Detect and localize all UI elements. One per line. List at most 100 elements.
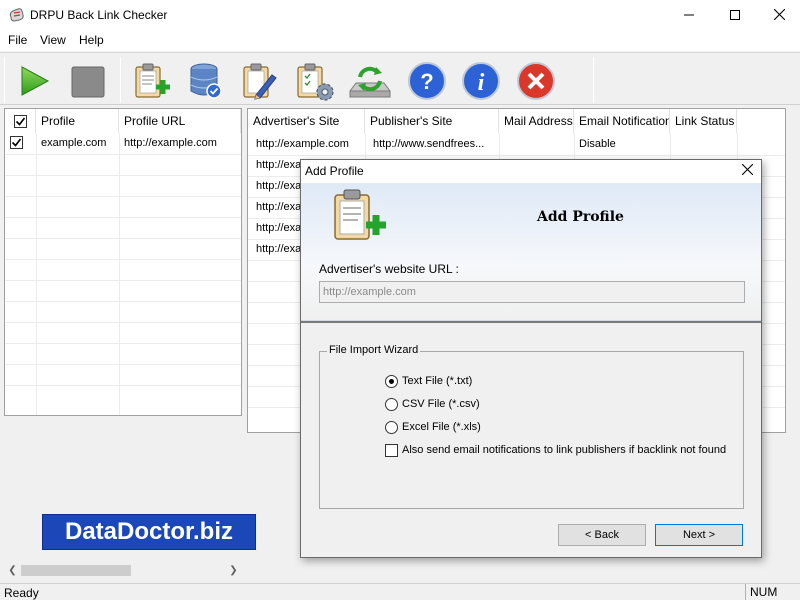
- toolbar-separator: [593, 57, 594, 103]
- grid-line: [5, 217, 241, 218]
- database-icon: [190, 63, 222, 99]
- profile-row-checkbox[interactable]: [10, 136, 23, 149]
- title-bar: DRPU Back Link Checker: [0, 0, 800, 31]
- toolbar-separator: [4, 57, 5, 103]
- settings-button[interactable]: [294, 61, 334, 101]
- advertiser-cell: http://exa: [256, 180, 301, 192]
- settings-icon: [297, 63, 334, 101]
- profile-list[interactable]: Profile Profile URL example.com http://e…: [4, 108, 242, 416]
- horizontal-scrollbar[interactable]: ❮ ❯: [4, 562, 242, 579]
- svg-text:?: ?: [420, 69, 433, 94]
- profile-header-check[interactable]: [5, 109, 36, 133]
- scroll-right-arrow[interactable]: ❯: [225, 563, 242, 578]
- status-cell: [670, 134, 737, 155]
- notification-cell: Disable: [579, 138, 616, 150]
- status-text: Ready: [4, 586, 39, 600]
- column-header-profile[interactable]: Profile: [36, 109, 119, 133]
- grid-line: [5, 301, 241, 302]
- radio-button[interactable]: [385, 375, 398, 388]
- column-header-status[interactable]: Link Status: [670, 109, 737, 133]
- advertiser-cell: http://exa: [256, 222, 301, 234]
- publisher-cell: http://www.sendfrees...: [373, 138, 485, 150]
- close-button[interactable]: [758, 0, 800, 31]
- close-icon: [741, 163, 754, 176]
- dialog-title: Add Profile: [305, 164, 364, 178]
- grid-line: [5, 238, 241, 239]
- grid-line: [5, 343, 241, 344]
- dialog-divider: [301, 321, 761, 323]
- menu-view[interactable]: View: [40, 33, 66, 47]
- grid-line: [5, 196, 241, 197]
- advertiser-cell: http://exa: [256, 243, 301, 255]
- next-button[interactable]: Next >: [655, 524, 743, 546]
- profile-name-cell: example.com: [41, 137, 107, 149]
- advertiser-cell: http://exa: [256, 159, 301, 171]
- column-header-publisher[interactable]: Publisher's Site: [365, 109, 499, 133]
- close-icon: [773, 8, 785, 21]
- exit-button[interactable]: [516, 61, 556, 101]
- help-icon: ?: [408, 62, 446, 100]
- dialog-heading: Add Profile: [537, 209, 624, 225]
- notify-checkbox[interactable]: [385, 444, 398, 457]
- start-button[interactable]: [16, 63, 56, 103]
- dialog-title-bar: Add Profile: [301, 160, 761, 183]
- toolbar: ? i: [0, 52, 800, 105]
- select-all-checkbox[interactable]: [14, 115, 27, 128]
- brand-logo: DataDoctor.biz: [42, 514, 256, 550]
- maximize-button[interactable]: [712, 0, 758, 31]
- grid-line: [5, 322, 241, 323]
- grid-line: [5, 280, 241, 281]
- notify-label: Also send email notifications to link pu…: [402, 444, 727, 456]
- add-profile-button[interactable]: [130, 61, 170, 101]
- help-button[interactable]: ?: [407, 61, 447, 101]
- advertiser-url-input[interactable]: http://example.com: [319, 281, 745, 303]
- grid-line: [5, 385, 241, 386]
- window-title: DRPU Back Link Checker: [30, 8, 168, 22]
- scroll-left-arrow[interactable]: ❮: [4, 563, 21, 578]
- minimize-button[interactable]: [666, 0, 712, 31]
- file-import-group: [319, 351, 744, 509]
- radio-selected-dot: [389, 379, 394, 384]
- play-icon: [21, 66, 50, 96]
- grid-line: [5, 259, 241, 260]
- grid-line: [248, 155, 785, 156]
- advertiser-cell: http://example.com: [256, 138, 349, 150]
- stop-button[interactable]: [70, 65, 110, 105]
- add-profile-icon: [135, 63, 170, 98]
- menu-help[interactable]: Help: [79, 33, 104, 47]
- mail-cell: [499, 134, 574, 155]
- radio-button[interactable]: [385, 421, 398, 434]
- advertiser-cell: http://exa: [256, 201, 301, 213]
- dialog-close-button[interactable]: [741, 162, 754, 180]
- profile-url-cell: http://example.com: [124, 137, 217, 149]
- checkmark-icon: [11, 138, 22, 147]
- grid-line: [5, 175, 241, 176]
- add-profile-dialog: Add Profile Add Profile Advertiser's web…: [300, 159, 762, 558]
- minimize-icon: [684, 14, 694, 16]
- group-title: File Import Wizard: [327, 344, 421, 356]
- menu-bar: File View Help: [0, 31, 800, 51]
- radio-button[interactable]: [385, 398, 398, 411]
- column-header-mail[interactable]: Mail Address: [499, 109, 574, 133]
- scroll-thumb[interactable]: [21, 565, 131, 576]
- menu-file[interactable]: File: [8, 33, 27, 47]
- grid-line: [5, 364, 241, 365]
- update-button[interactable]: [346, 61, 394, 101]
- column-header-advertiser[interactable]: Advertiser's Site: [248, 109, 365, 133]
- svg-text:i: i: [478, 70, 485, 96]
- edit-profile-button[interactable]: [240, 61, 280, 101]
- radio-label: CSV File (*.csv): [402, 398, 480, 410]
- about-button[interactable]: i: [461, 61, 501, 101]
- app-icon: [9, 8, 24, 22]
- back-button[interactable]: < Back: [558, 524, 646, 546]
- column-header-notification[interactable]: Email Notification: [574, 109, 670, 133]
- edit-profile-icon: [243, 63, 277, 100]
- database-button[interactable]: [186, 61, 226, 101]
- toolbar-separator: [120, 57, 121, 103]
- column-header-profile-url[interactable]: Profile URL: [119, 109, 241, 133]
- add-profile-icon: [334, 189, 386, 240]
- url-label: Advertiser's website URL :: [319, 262, 459, 276]
- checkmark-icon: [15, 117, 26, 126]
- update-icon: [349, 66, 391, 98]
- maximize-icon: [730, 10, 740, 20]
